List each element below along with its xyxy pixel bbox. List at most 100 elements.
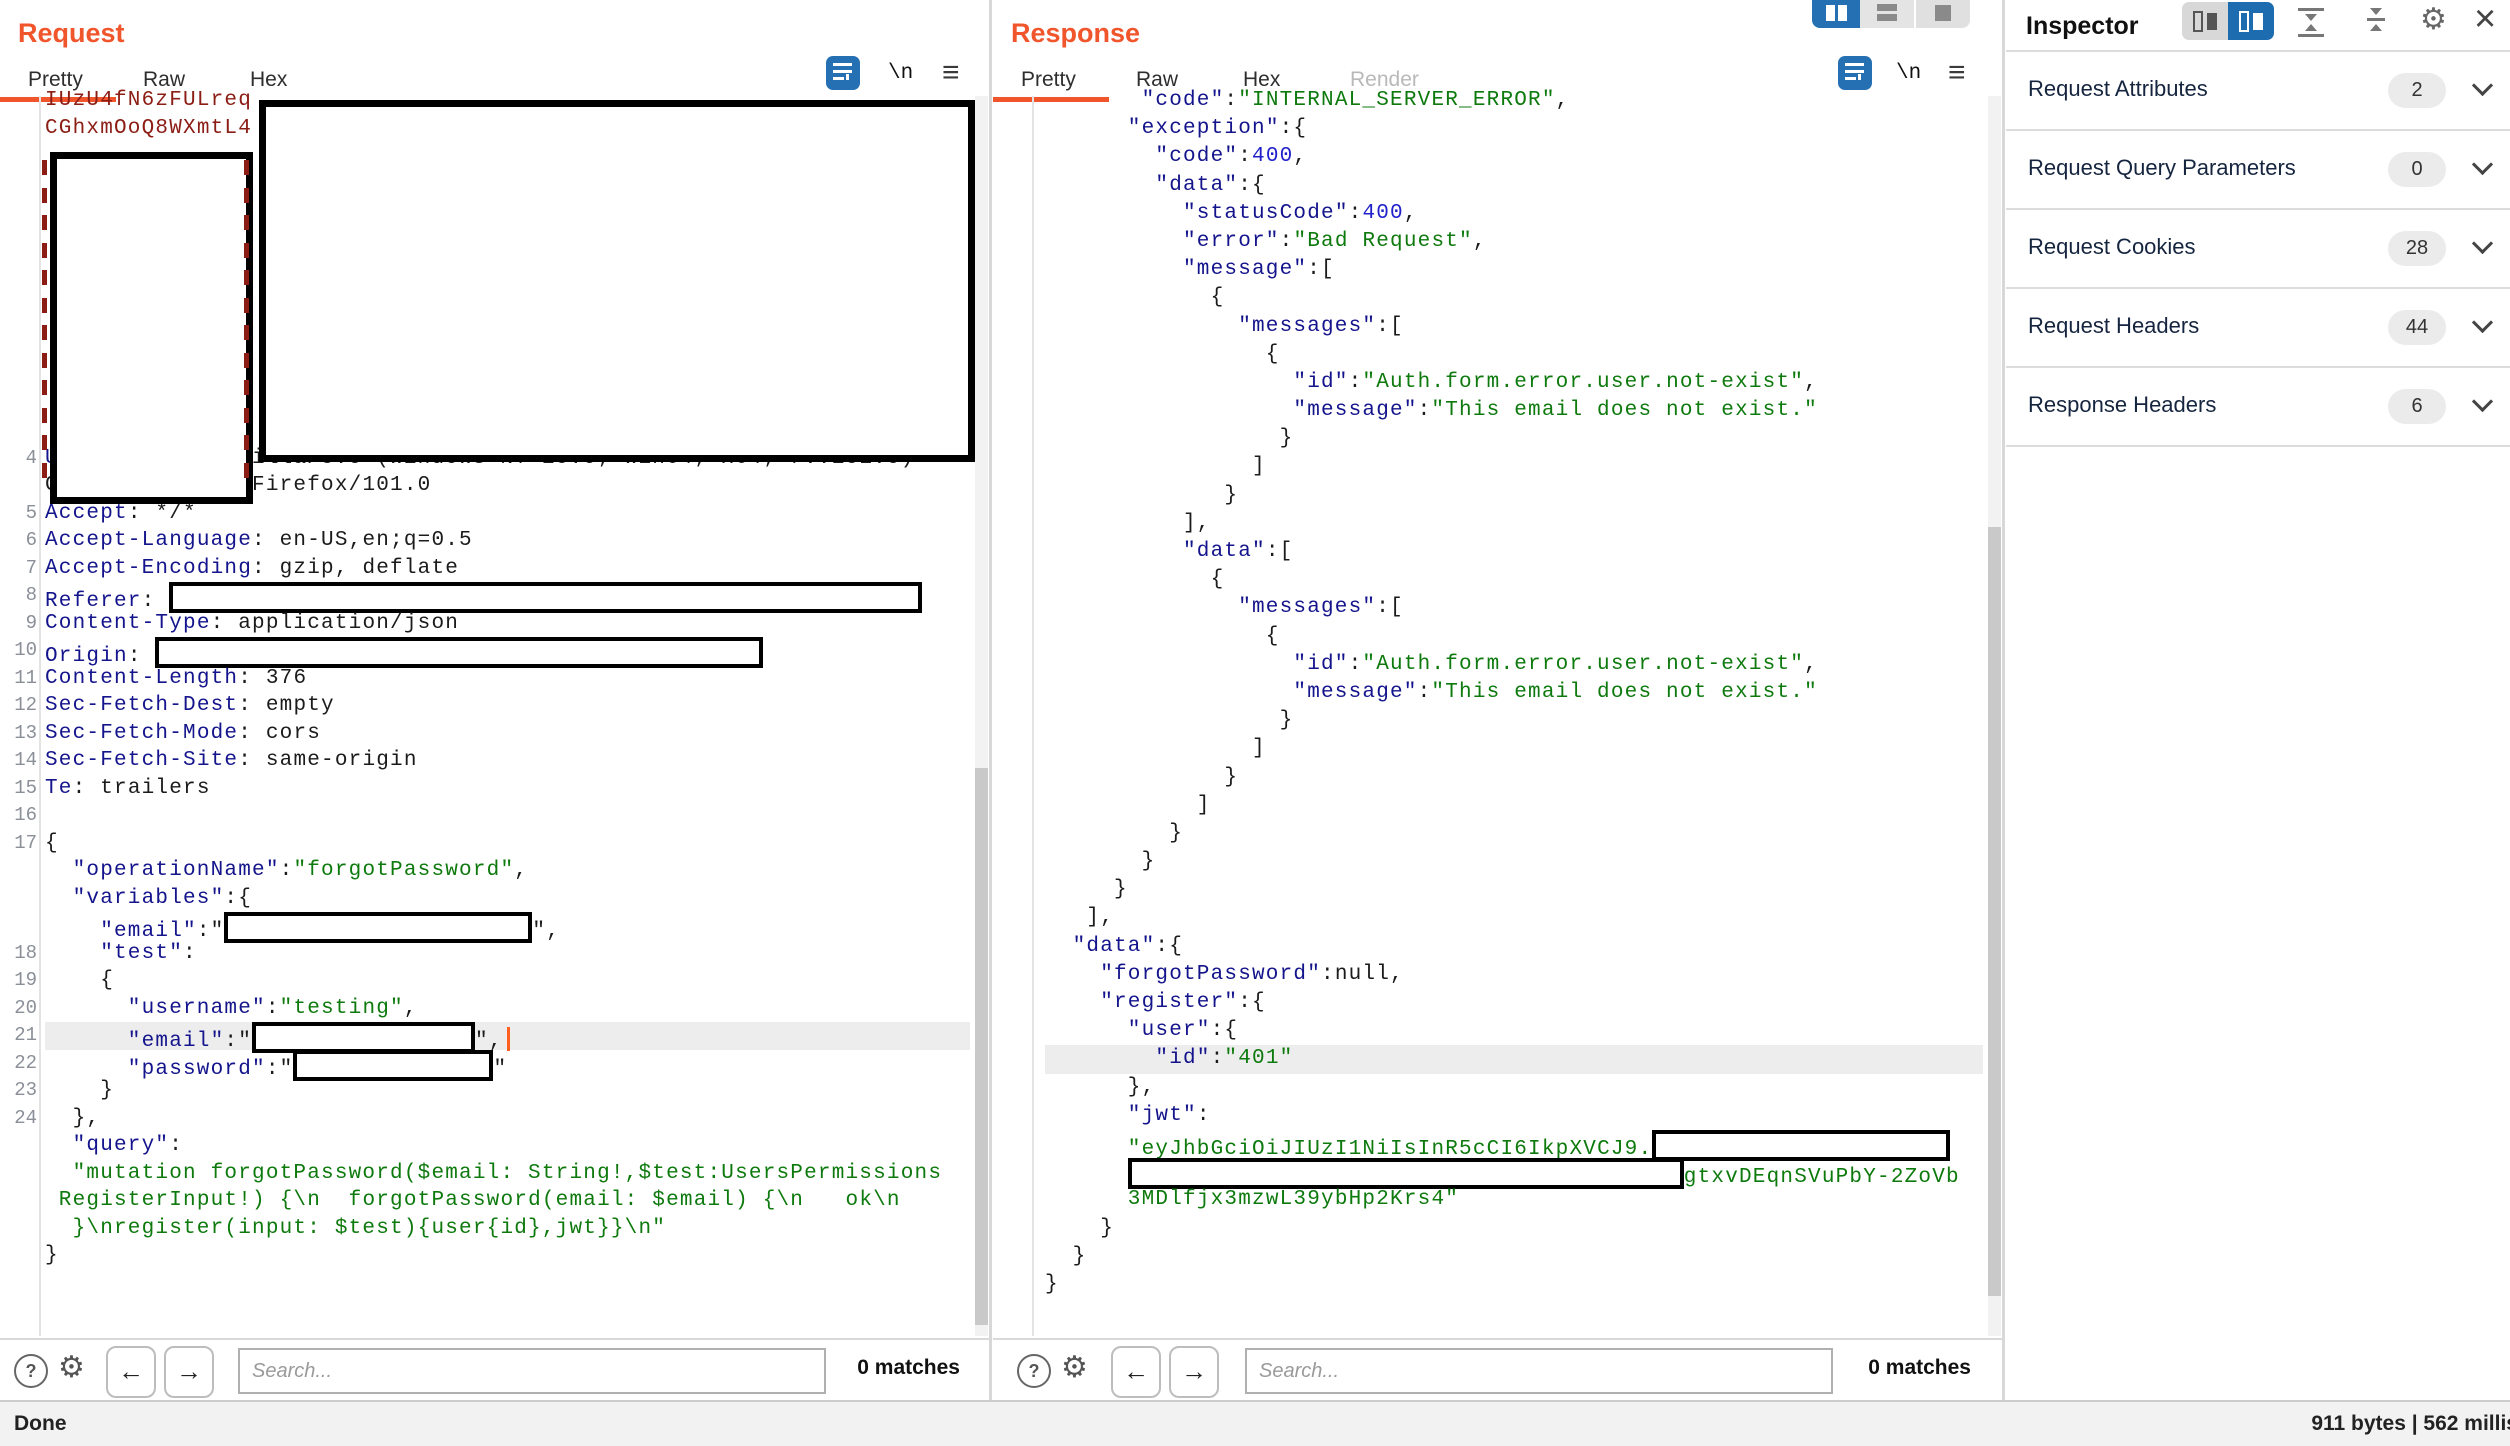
code-token: "jwt" (1128, 1104, 1197, 1127)
inspector-section-request-query-parameters[interactable]: Request Query Parameters 0 (2006, 131, 2510, 210)
code-row: "variables":{ (45, 885, 970, 913)
inspector-section-request-cookies[interactable]: Request Cookies28 (2006, 210, 2510, 289)
redaction-box (1128, 1158, 1684, 1189)
code-token: :{ (1155, 935, 1183, 958)
redaction-box (293, 1050, 493, 1081)
help-icon[interactable]: ? (1017, 1354, 1051, 1388)
chevron-down-icon[interactable] (2472, 75, 2493, 96)
code-token: } (1224, 484, 1238, 507)
code-token: : (1418, 681, 1432, 704)
redaction-box (252, 1022, 475, 1053)
word-wrap-icon[interactable] (826, 56, 860, 90)
layout-selector[interactable] (1812, 0, 1970, 28)
response-panel: Response Pretty Raw Hex Render \n ≡ "cod… (993, 0, 2002, 1400)
request-scrollbar-thumb[interactable] (975, 768, 988, 1325)
layout-single-icon[interactable] (1914, 0, 1970, 28)
gear-icon[interactable]: ⚙ (1061, 1350, 1088, 1385)
response-editor[interactable]: "code":"INTERNAL_SERVER_ERROR","exceptio… (1045, 96, 1983, 1299)
code-token: : (1238, 145, 1252, 168)
search-input[interactable] (1245, 1348, 1833, 1394)
close-icon[interactable]: × (2474, 0, 2496, 41)
code-token: }, (1128, 1076, 1156, 1099)
request-scrollbar[interactable] (975, 96, 988, 1336)
section-count-badge: 0 (2388, 152, 2446, 187)
redacted-text-fragment (244, 215, 249, 230)
help-icon[interactable]: ? (14, 1354, 48, 1388)
newline-toggle[interactable]: \n (888, 62, 913, 85)
redaction-box-large (259, 100, 975, 462)
expand-all-icon[interactable] (2363, 8, 2389, 31)
code-token: "id" (1155, 1047, 1210, 1070)
redacted-text-fragment (42, 353, 47, 368)
response-panel-title: Response (1011, 18, 1140, 49)
response-scrollbar-thumb[interactable] (1988, 527, 2001, 1296)
code-row: "email":"", (45, 912, 970, 940)
hamburger-menu-icon[interactable]: ≡ (942, 56, 960, 90)
code-row: "message":"This email does not exist." (1045, 397, 1983, 425)
line-number: 23 (0, 1077, 37, 1105)
code-token: :{ (1280, 117, 1308, 140)
gear-icon[interactable]: ⚙ (2420, 2, 2447, 37)
word-wrap-icon[interactable] (1838, 56, 1872, 90)
code-row: "forgotPassword":null, (1045, 961, 1983, 989)
panel-divider[interactable] (989, 0, 992, 1400)
code-token: "statusCode" (1183, 202, 1349, 225)
collapse-all-icon[interactable] (2298, 8, 2324, 37)
newline-toggle[interactable]: \n (1896, 62, 1921, 85)
inspector-section-request-headers[interactable]: Request Headers44 (2006, 289, 2510, 368)
gear-icon[interactable]: ⚙ (58, 1350, 85, 1385)
chevron-down-icon[interactable] (2472, 233, 2493, 254)
chevron-down-icon[interactable] (2472, 312, 2493, 333)
code-token: : en-US,en;q=0.5 (252, 529, 473, 552)
toggle-left-icon[interactable] (2182, 2, 2228, 40)
section-count-badge: 44 (2388, 310, 2446, 345)
code-token: "query" (73, 1134, 170, 1157)
section-label: Request Query Parameters (2028, 155, 2296, 181)
layout-columns-icon[interactable] (1812, 0, 1860, 28)
code-token: CGhxmOoQ8WXmtL4 (45, 117, 252, 140)
gutter-divider (39, 96, 41, 1336)
request-search-bar: ? ⚙ ← → 0 matches (0, 1338, 989, 1401)
code-row: "user":{ (1045, 1017, 1983, 1045)
inspector-section-request-attributes[interactable]: Request Attributes2 (2006, 52, 2510, 131)
code-row: "exception":{ (1045, 115, 1983, 143)
code-token: "code" (1142, 89, 1225, 112)
code-token: } (1224, 766, 1238, 789)
response-scrollbar[interactable] (1988, 96, 2001, 1336)
inspector-view-toggle[interactable] (2182, 2, 2274, 40)
code-token: } (1100, 1217, 1114, 1240)
panel-divider[interactable] (2002, 0, 2005, 1400)
code-token: :[ (1266, 540, 1294, 563)
code-row: 17{ (45, 830, 970, 858)
previous-match-button[interactable]: ← (1111, 1346, 1161, 1398)
code-token: "data" (1183, 540, 1266, 563)
next-match-button[interactable]: → (1169, 1346, 1219, 1398)
code-token: } (1280, 709, 1294, 732)
line-number: 12 (0, 692, 37, 720)
hamburger-menu-icon[interactable]: ≡ (1948, 56, 1966, 90)
code-row: "error":"Bad Request", (1045, 228, 1983, 256)
chevron-down-icon[interactable] (2472, 154, 2493, 175)
redacted-text-fragment (244, 463, 249, 478)
inspector-section-response-headers[interactable]: Response Headers6 (2006, 368, 2510, 447)
code-token: Accept (45, 502, 128, 525)
chevron-down-icon[interactable] (2472, 391, 2493, 412)
search-input[interactable] (238, 1348, 826, 1394)
code-row: 19{ (45, 967, 970, 995)
next-match-button[interactable]: → (164, 1346, 214, 1398)
line-number: 8 (0, 582, 37, 610)
code-token: : (183, 942, 197, 965)
code-row: ] (1045, 453, 1983, 481)
line-number: 4 (0, 445, 37, 473)
code-token: { (100, 969, 114, 992)
code-token: "forgotPassword" (293, 859, 514, 882)
code-token: , (1293, 145, 1307, 168)
toggle-right-icon[interactable] (2228, 2, 2274, 40)
response-metrics: 911 bytes | 562 millis (2311, 1412, 2510, 1436)
previous-match-button[interactable]: ← (106, 1346, 156, 1398)
redacted-text-fragment (42, 160, 47, 175)
code-row: }, (1045, 1074, 1983, 1102)
code-token: "401" (1224, 1047, 1293, 1070)
code-token: "Auth.form.error.user.not-exist" (1362, 653, 1804, 676)
layout-rows-icon[interactable] (1860, 0, 1914, 28)
